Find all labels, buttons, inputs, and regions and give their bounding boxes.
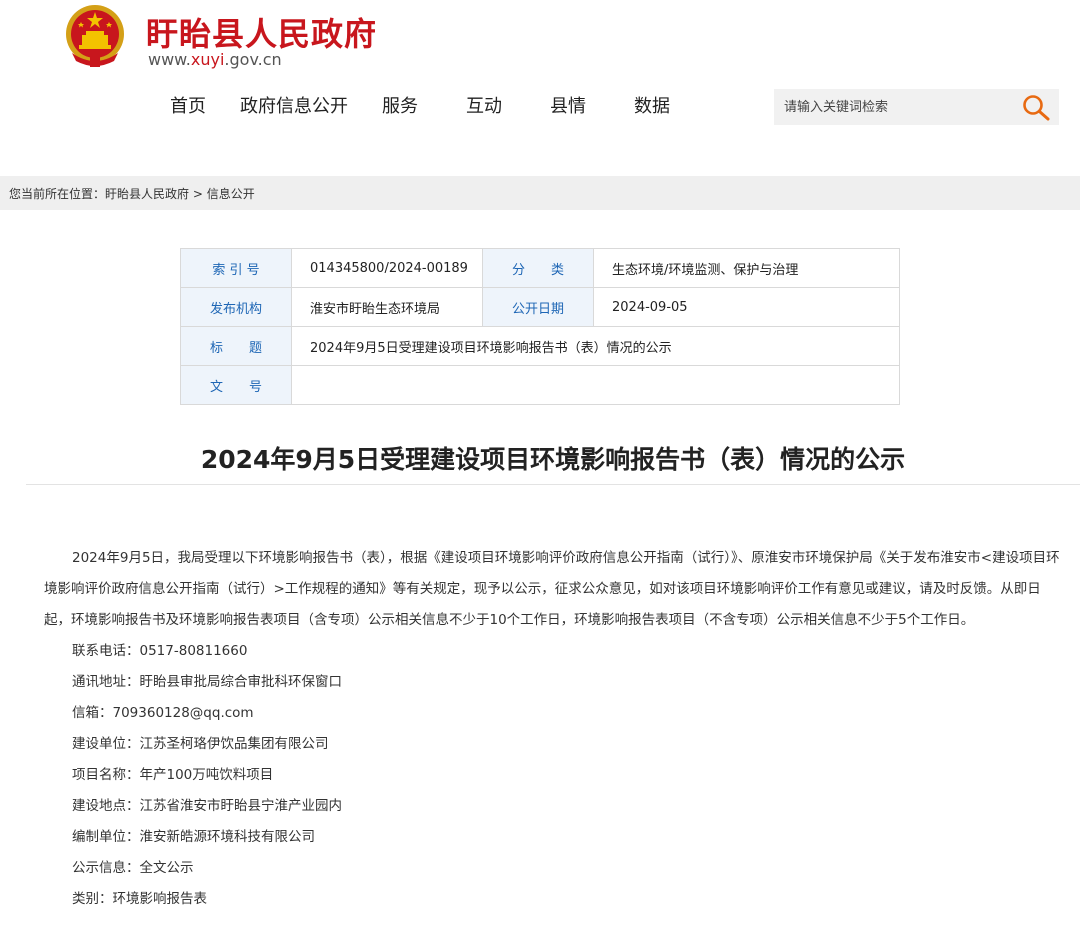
- publisher-label: 发布机构: [180, 287, 292, 327]
- index-label: 索 引 号: [180, 248, 292, 288]
- breadcrumb-current-link[interactable]: 信息公开: [207, 187, 255, 201]
- breadcrumb-home-link[interactable]: 盱眙县人民政府: [105, 187, 189, 201]
- docno-label: 文 号: [180, 365, 292, 405]
- url-prefix: www.: [148, 50, 191, 69]
- publicity-info: 公示信息：全文公示: [72, 860, 194, 876]
- index-value: 014345800/2024-00189: [291, 248, 483, 288]
- contact-phone: 联系电话：0517-80811660: [72, 643, 248, 659]
- url-suffix: .gov.cn: [224, 50, 282, 69]
- date-value: 2024-09-05: [593, 287, 900, 327]
- document-meta-table: 索 引 号 014345800/2024-00189 分 类 生态环境/环境监测…: [180, 248, 900, 405]
- meta-row: 标 题 2024年9月5日受理建设项目环境影响报告书（表）情况的公示: [180, 326, 900, 366]
- nav-item-interact[interactable]: 互动: [466, 92, 502, 118]
- nav-item-gov-info[interactable]: 政府信息公开: [240, 92, 348, 118]
- docno-value: [291, 365, 900, 405]
- intro-paragraph: 2024年9月5日，我局受理以下环境影响报告书（表），根据《建设项目环境影响评价…: [44, 550, 1060, 628]
- main-nav: 首页 政府信息公开 服务 互动 县情 数据: [170, 92, 704, 118]
- breadcrumb-bar: 您当前所在位置：盱眙县人民政府 > 信息公开: [0, 176, 1080, 210]
- construction-unit: 建设单位：江苏圣柯珞伊饮品集团有限公司: [72, 736, 329, 752]
- compiling-unit: 编制单位：淮安新皓源环境科技有限公司: [72, 829, 315, 845]
- search-input[interactable]: [774, 89, 1024, 125]
- site-title[interactable]: 盱眙县人民政府: [146, 9, 377, 55]
- nav-item-home[interactable]: 首页: [170, 92, 206, 118]
- date-label: 公开日期: [482, 287, 594, 327]
- article-title: 2024年9月5日受理建设项目环境影响报告书（表）情况的公示: [200, 445, 906, 474]
- article-body: 2024年9月5日，我局受理以下环境影响报告书（表），根据《建设项目环境影响评价…: [44, 543, 1060, 915]
- email-line: 信箱：709360128@qq.com: [72, 705, 254, 721]
- meta-row: 索 引 号 014345800/2024-00189 分 类 生态环境/环境监测…: [180, 248, 900, 288]
- site-header: 盱眙县人民政府 www.xuyi.gov.cn 首页 政府信息公开 服务 互动 …: [0, 0, 1080, 176]
- search-icon[interactable]: [1021, 93, 1051, 121]
- nav-item-data[interactable]: 数据: [634, 92, 670, 118]
- title-divider: [26, 484, 1080, 485]
- publisher-value: 淮安市盱眙生态环境局: [291, 287, 483, 327]
- title-label: 标 题: [180, 326, 292, 366]
- mailing-address: 通讯地址：盱眙县审批局综合审批科环保窗口: [72, 674, 342, 690]
- url-highlight: xuyi: [190, 50, 225, 69]
- breadcrumb-prefix: 您当前所在位置：: [9, 187, 106, 201]
- nav-item-county[interactable]: 县情: [550, 92, 586, 118]
- category-value: 生态环境/环境监测、保护与治理: [593, 248, 900, 288]
- site-url: www.xuyi.gov.cn: [148, 50, 282, 69]
- breadcrumb: 您当前所在位置：盱眙县人民政府 > 信息公开: [9, 185, 255, 202]
- title-value: 2024年9月5日受理建设项目环境影响报告书（表）情况的公示: [291, 326, 900, 366]
- meta-row: 发布机构 淮安市盱眙生态环境局 公开日期 2024-09-05: [180, 287, 900, 327]
- construction-site: 建设地点：江苏省淮安市盱眙县宁淮产业园内: [72, 798, 342, 814]
- category-line: 类别：环境影响报告表: [72, 891, 207, 907]
- breadcrumb-separator: >: [189, 187, 207, 201]
- category-label: 分 类: [482, 248, 594, 288]
- national-emblem-icon: [66, 5, 124, 67]
- meta-row: 文 号: [180, 365, 900, 405]
- nav-item-service[interactable]: 服务: [382, 92, 418, 118]
- search-box: [774, 89, 1059, 125]
- project-name: 项目名称：年产100万吨饮料项目: [72, 767, 274, 783]
